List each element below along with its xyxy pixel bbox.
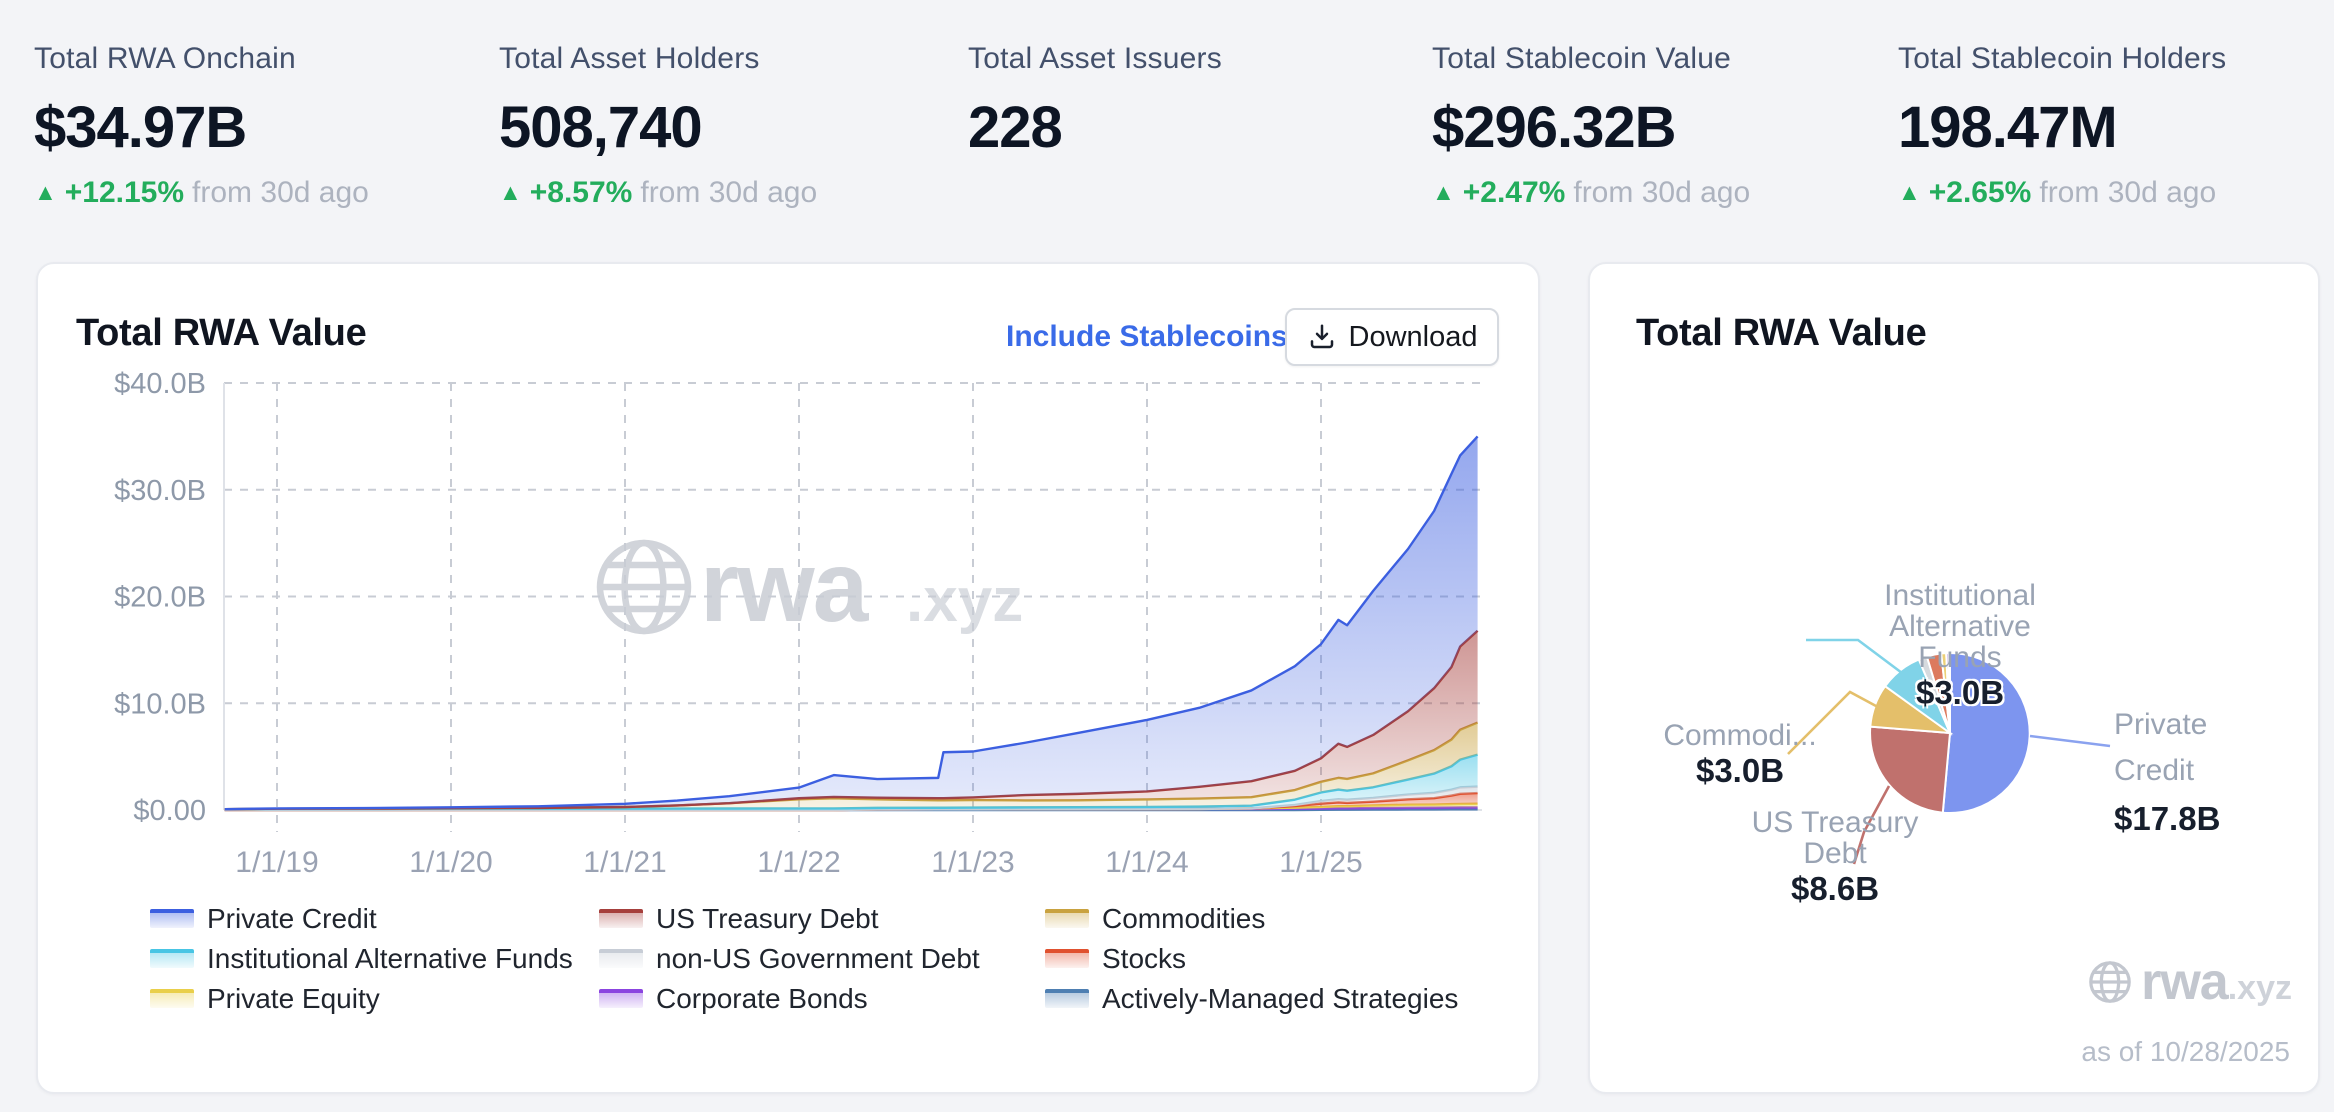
pie-label-line: Credit <box>2114 754 2195 787</box>
legend-item-private-credit[interactable]: Private Credit <box>150 902 599 934</box>
download-button-label: Download <box>1348 320 1478 353</box>
legend-swatch <box>150 949 194 968</box>
legend-swatch <box>1045 909 1089 928</box>
legend-item-us-treasury-debt[interactable]: US Treasury Debt <box>599 902 1045 934</box>
stat-change: ▲ +8.57% from 30d ago <box>499 176 818 209</box>
legend-swatch <box>599 989 643 1008</box>
legend-label: Stocks <box>1102 942 1187 974</box>
left-card-title: Total RWA Value <box>76 312 367 354</box>
legend-swatch <box>150 909 194 928</box>
legend-label: Private Equity <box>207 982 380 1014</box>
legend-item-private-equity[interactable]: Private Equity <box>150 982 599 1014</box>
pie-label-commodities: Commodi... $3.0B <box>1630 719 1850 789</box>
up-triangle-icon: ▲ <box>1898 179 1921 205</box>
stat-change: ▲ +2.65% from 30d ago <box>1898 176 2217 209</box>
download-icon <box>1307 322 1337 352</box>
pie-label-value: $3.0B <box>1695 752 1785 789</box>
pie-label-line: Alternative <box>1889 610 2031 643</box>
as-of-date: as of 10/28/2025 <box>2081 1036 2290 1067</box>
pie-label-line: Private <box>2114 708 2208 741</box>
stat-value: $296.32B <box>1432 95 1677 160</box>
x-axis-tick: 1/1/23 <box>931 846 1014 879</box>
stat-value: 198.47M <box>1898 95 2118 160</box>
total-rwa-value-pie-card: Total RWA Value Institutional Alternative… <box>1588 262 2320 1094</box>
pie-label-value: $3.0B <box>1915 674 2005 711</box>
up-triangle-icon: ▲ <box>499 179 522 205</box>
legend-label: Institutional Alternative Funds <box>207 942 573 974</box>
pie-label-institutional-alternative-funds: Institutional Alternative Funds $3.0B <box>1810 579 2110 711</box>
stat-label: Total Stablecoin Holders <box>1898 42 2227 75</box>
callout-private-credit <box>2029 734 2111 748</box>
stat-total-asset-issuers: Total Asset Issuers 228 <box>968 0 1408 230</box>
stat-label: Total Asset Issuers <box>968 42 1222 75</box>
svg-text:rwa: rwa <box>700 531 870 643</box>
legend-item-non-us-government-debt[interactable]: non-US Government Debt <box>599 942 1045 974</box>
stat-total-stablecoin-value: Total Stablecoin Value $296.32B ▲ +2.47% fro… <box>1432 0 1872 230</box>
watermark-brand: rwa <box>2141 953 2229 1011</box>
up-triangle-icon: ▲ <box>34 179 57 205</box>
legend-swatch <box>1045 989 1089 1008</box>
stat-total-stablecoin-holders: Total Stablecoin Holders 198.47M ▲ +2.65% fr… <box>1898 0 2334 230</box>
stat-value: $34.97B <box>34 95 247 160</box>
legend-swatch <box>150 989 194 1008</box>
pie-label-value: $8.6B <box>1790 870 1880 907</box>
stat-total-asset-holders: Total Asset Holders 508,740 ▲ +8.57% from 30… <box>499 0 939 230</box>
legend-label: non-US Government Debt <box>656 942 980 974</box>
stat-total-rwa-onchain: Total RWA Onchain $34.97B ▲ +12.15% from 30d… <box>34 0 474 230</box>
pie-label-us-treasury-debt: US Treasury Debt $8.6B <box>1715 806 1955 907</box>
x-axis-tick: 1/1/20 <box>409 846 492 879</box>
y-axis-tick: $0.00 <box>133 795 206 827</box>
pie-label-value: $17.8B <box>2114 800 2221 837</box>
legend-item-stocks[interactable]: Stocks <box>1045 942 1458 974</box>
total-rwa-value-chart-card: Total RWA Value Include Stablecoins Down… <box>36 262 1540 1094</box>
stat-change: ▲ +12.15% from 30d ago <box>34 176 369 209</box>
x-axis-tick: 1/1/24 <box>1105 846 1188 879</box>
x-axis-tick: 1/1/19 <box>235 846 318 879</box>
legend-swatch <box>599 909 643 928</box>
watermark-tld: .xyz <box>2227 969 2292 1007</box>
legend-label: Corporate Bonds <box>656 982 868 1014</box>
pie-label-line: US Treasury <box>1751 806 1919 839</box>
stacked-area-chart: rwa .xyz $0.00 $10.0B $20.0B $30.0B $40.0B 1/1/… <box>114 368 1482 879</box>
legend-item-corporate-bonds[interactable]: Corporate Bonds <box>599 982 1045 1014</box>
pie-label-line: Commodi... <box>1663 719 1817 752</box>
stat-change: ▲ +2.47% from 30d ago <box>1432 176 1751 209</box>
legend-swatch <box>1045 949 1089 968</box>
pie-label-line: Funds <box>1918 641 2002 674</box>
y-axis-tick: $40.0B <box>114 368 206 400</box>
pie-label-private-credit: Private Credit $17.8B <box>2114 702 2334 842</box>
legend-label: Private Credit <box>207 902 377 934</box>
y-axis-tick: $10.0B <box>114 688 206 720</box>
legend-item-commodities[interactable]: Commodities <box>1045 902 1458 934</box>
legend-swatch <box>599 949 643 968</box>
x-axis-tick: 1/1/25 <box>1279 846 1362 879</box>
legend-label: US Treasury Debt <box>656 902 879 934</box>
x-axis-tick: 1/1/21 <box>583 846 666 879</box>
stat-value: 508,740 <box>499 95 703 160</box>
pie-label-line: Debt <box>1803 837 1867 870</box>
legend-item-institutional-alternative-funds[interactable]: Institutional Alternative Funds <box>150 942 599 974</box>
legend-item-actively-managed-strategies[interactable]: Actively-Managed Strategies <box>1045 982 1459 1014</box>
stat-label: Total RWA Onchain <box>34 42 296 75</box>
stat-value: 228 <box>968 95 1063 160</box>
stat-label: Total Stablecoin Value <box>1432 42 1732 75</box>
y-axis-tick: $30.0B <box>114 475 206 507</box>
pie-label-line: Institutional <box>1884 579 2036 612</box>
x-axis-tick: 1/1/22 <box>757 846 840 879</box>
legend-label: Commodities <box>1102 902 1266 934</box>
download-button[interactable]: Download <box>1285 308 1499 366</box>
legend-label: Actively-Managed Strategies <box>1102 982 1459 1014</box>
rwa-xyz-watermark: rwa .xyz <box>2087 952 2292 1012</box>
chart-legend: Private Credit US Treasury Debt Commoditie… <box>150 902 1459 1014</box>
stats-row: Total RWA Onchain $34.97B ▲ +12.15% from 30d… <box>0 0 2334 240</box>
svg-text:.xyz: .xyz <box>906 566 1023 635</box>
globe-icon <box>596 539 692 635</box>
y-axis-tick: $20.0B <box>114 582 206 614</box>
stat-label: Total Asset Holders <box>499 42 760 75</box>
rwa-xyz-watermark: rwa .xyz <box>596 531 1023 643</box>
include-stablecoins-link[interactable]: Include Stablecoins <box>1006 320 1288 354</box>
up-triangle-icon: ▲ <box>1432 179 1455 205</box>
